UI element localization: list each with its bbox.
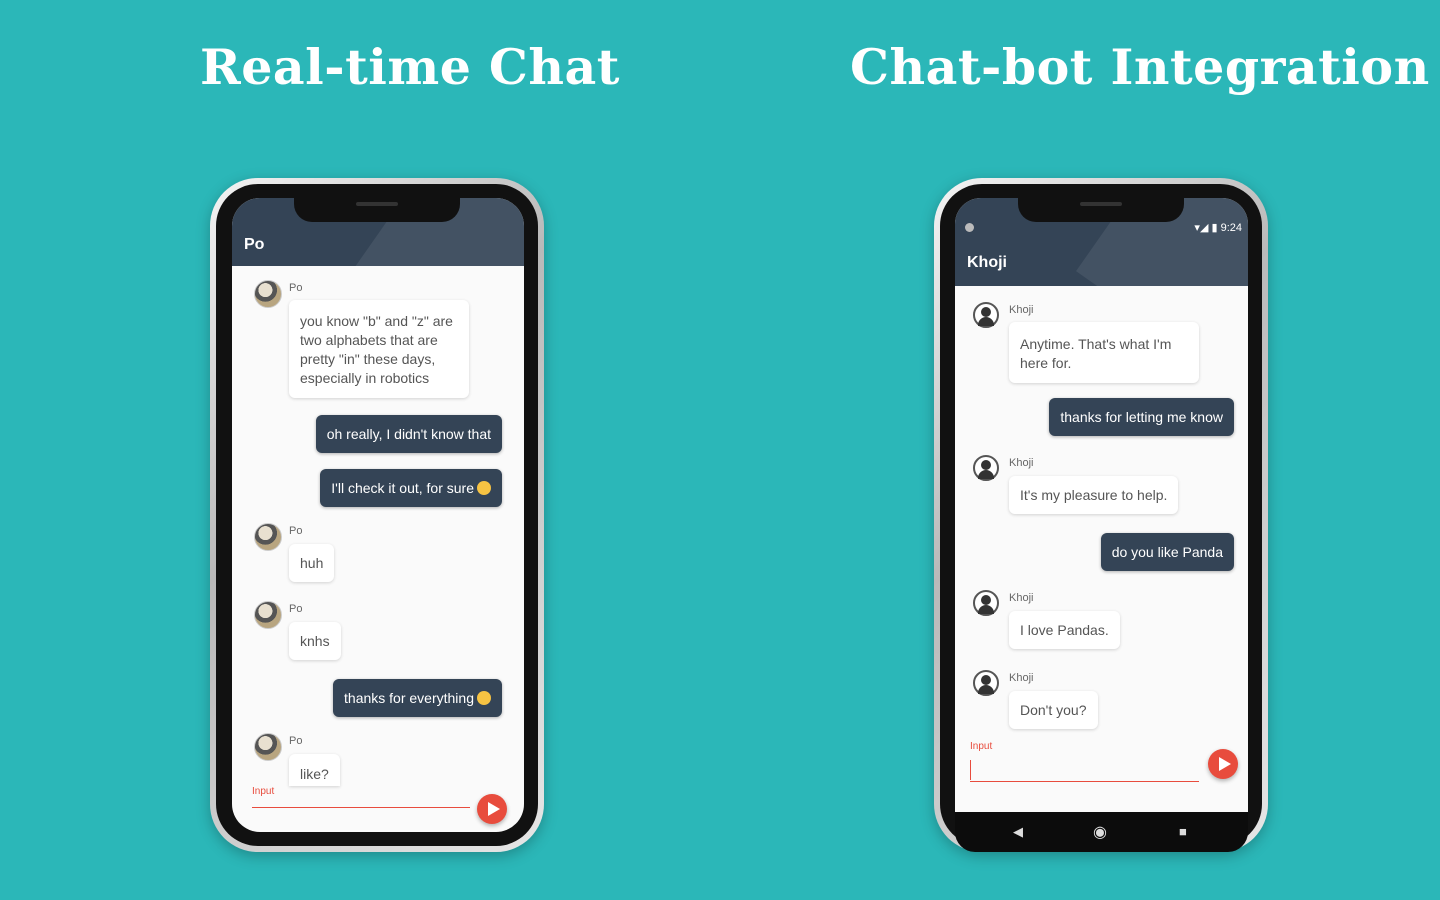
message-text: I'll check it out, for sure (331, 480, 474, 496)
home-circle-icon[interactable]: ◉ (1093, 822, 1107, 842)
sender-name: Po (289, 282, 303, 294)
bot-avatar (973, 302, 999, 328)
sender-name: Po (289, 525, 303, 537)
chat-screen: Po Po you know "b" and "z" are two alpha… (232, 198, 524, 832)
message-bubble-outgoing: do you like Panda (1100, 533, 1234, 571)
bot-avatar (973, 670, 999, 696)
phone-realtime-chat: Po Po you know "b" and "z" are two alpha… (210, 178, 544, 852)
sender-name: Khoji (1009, 304, 1034, 316)
sender-name: Khoji (1009, 672, 1034, 684)
message-input[interactable] (970, 781, 1199, 782)
smile-emoji-icon (477, 691, 491, 705)
sender-name: Po (289, 735, 303, 747)
send-icon[interactable] (477, 794, 507, 824)
message-bubble-incoming: knhs (289, 622, 341, 660)
back-triangle-icon[interactable]: ◀ (1013, 824, 1023, 840)
message-bubble-outgoing: thanks for letting me know (1049, 398, 1234, 436)
status-icons: ▾◢ ▮ 9:24 (1194, 222, 1242, 234)
send-icon[interactable] (1208, 749, 1238, 779)
input-label: Input (970, 741, 993, 752)
avatar (254, 280, 282, 308)
message-bubble-outgoing: thanks for everything (333, 679, 502, 717)
message-bubble-incoming: like? (289, 754, 340, 786)
app-title: Khoji (967, 254, 1007, 271)
message-bubble-incoming: Anytime. That's what I'm here for. (1009, 322, 1199, 383)
chat-screen: ▾◢ ▮ 9:24 Khoji Khoji Anytime. That's wh… (955, 198, 1248, 812)
recent-square-icon[interactable]: ■ (1179, 824, 1187, 839)
bot-avatar (973, 455, 999, 481)
avatar (254, 523, 282, 551)
message-text: oh really, I didn't know that (326, 426, 491, 442)
message-text: thanks for letting me know (1060, 409, 1223, 425)
avatar (254, 733, 282, 761)
android-nav-bar: ◀ ◉ ■ (955, 812, 1248, 852)
headline-realtime-chat: Real-time Chat (200, 38, 620, 96)
text-caret (970, 760, 971, 780)
sender-name: Khoji (1009, 592, 1034, 604)
message-input[interactable] (252, 807, 470, 808)
phone-notch (294, 198, 460, 222)
message-bubble-incoming: Don't you? (1009, 691, 1098, 729)
status-bar: ▾◢ ▮ 9:24 (955, 220, 1248, 236)
status-time: 9:24 (1220, 222, 1242, 234)
message-bubble-incoming: I love Pandas. (1009, 611, 1120, 649)
message-bubble-outgoing: I'll check it out, for sure (320, 469, 502, 507)
input-label: Input (252, 786, 275, 797)
avatar (254, 601, 282, 629)
phone-chatbot: ▾◢ ▮ 9:24 Khoji Khoji Anytime. That's wh… (934, 178, 1268, 852)
message-bubble-incoming: you know "b" and "z" are two alphabets t… (289, 300, 469, 398)
phone-notch (1018, 198, 1184, 222)
wink-emoji-icon (477, 481, 491, 495)
app-title: Po (244, 236, 265, 253)
headline-chatbot-integration: Chat-bot Integration (850, 38, 1430, 96)
sender-name: Khoji (1009, 457, 1034, 469)
message-text: thanks for everything (344, 690, 474, 706)
sender-name: Po (289, 603, 303, 615)
bot-avatar (973, 590, 999, 616)
message-bubble-outgoing: oh really, I didn't know that (315, 415, 502, 453)
message-bubble-incoming: huh (289, 544, 335, 582)
message-bubble-incoming: It's my pleasure to help. (1009, 476, 1179, 514)
camera-dot-icon (965, 223, 974, 232)
message-text: do you like Panda (1111, 544, 1223, 560)
